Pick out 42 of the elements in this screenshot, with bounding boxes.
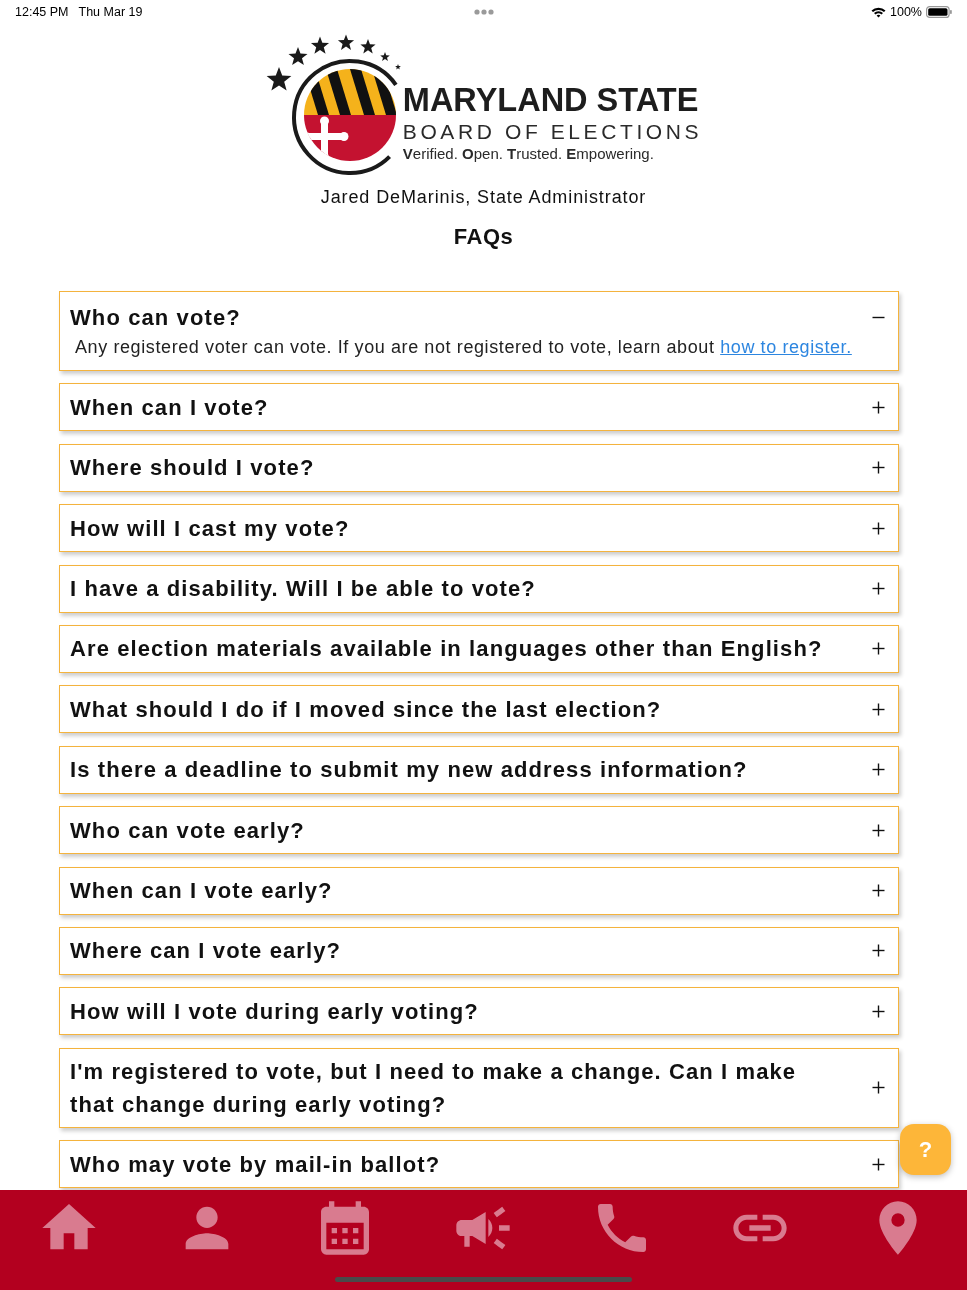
star-seal-icon	[264, 33, 403, 176]
faq-question: Is there a deadline to submit my new address information?	[70, 756, 748, 785]
faq-item[interactable]: Who can vote early?	[59, 806, 899, 855]
faq-question: Who can vote?	[70, 304, 241, 332]
faq-question: When can I vote?	[70, 393, 269, 422]
faq-question: Where can I vote early?	[70, 937, 342, 966]
more-dots-icon[interactable]	[473, 9, 494, 15]
faq-question: Are election materials available in languages other than English?	[70, 635, 823, 664]
battery-percent: 100%	[890, 3, 922, 21]
faq-item[interactable]: What should I do if I moved since the last election?	[59, 685, 899, 734]
faq-item[interactable]: When can I vote?	[59, 383, 899, 432]
faq-question: Who may vote by mail-in ballot?	[70, 1150, 441, 1179]
faq-item[interactable]: Who may vote by mail-in ballot?	[59, 1140, 899, 1189]
wifi-icon	[871, 6, 886, 18]
faq-item[interactable]: How will I vote during early voting?	[59, 987, 899, 1036]
logo-tagline: Verified. Open. Trusted. Empowering.	[402, 144, 654, 164]
faq-question: What should I do if I moved since the last election?	[70, 695, 662, 724]
faq-item[interactable]: Are election materials available in languages other than English?	[59, 624, 899, 673]
faq-question: Where should I vote?	[70, 454, 315, 483]
logo-subtitle: BOARD OF ELECTIONS	[402, 120, 703, 144]
faq-question: I have a disability. Will I be able to vote?	[70, 575, 536, 604]
faq-item[interactable]: I have a disability. Will I be able to vote?	[59, 564, 899, 613]
faq-answer: Any registered voter can vote. If you are not registered to vote, learn about how to register.	[74, 336, 853, 358]
logo-title: MARYLAND STATE	[402, 83, 699, 117]
faq-item[interactable]: Is there a deadline to submit my new address information?	[59, 745, 899, 794]
register-link[interactable]: how to register.	[720, 337, 852, 357]
faq-item[interactable]: How will I cast my vote?	[59, 504, 899, 553]
faq-item[interactable]: When can I vote early?	[59, 866, 899, 915]
faq-question: When can I vote early?	[70, 877, 333, 905]
faq-item[interactable]: Where can I vote early?	[59, 926, 899, 975]
status-time: 12:45 PM	[15, 3, 69, 21]
faq-question: I'm registered to vote, but I need to make a change. Can I make that change during early voting?	[70, 1057, 798, 1119]
status-date: Thu Mar 19	[78, 3, 143, 21]
administrator-name: Jared DeMarinis, State Administrator	[320, 186, 647, 208]
faq-question: How will I vote during early voting?	[70, 997, 479, 1026]
battery-icon	[926, 6, 952, 18]
faq-item[interactable]: Who can vote? Any registered voter can vote. If you are not registered to vote, learn about how to register.	[59, 291, 899, 371]
faq-item[interactable]: I'm registered to vote, but I need to make a change. Can I make that change during early voting?	[59, 1047, 899, 1128]
faq-question: How will I cast my vote?	[70, 514, 350, 543]
faq-item[interactable]: Where should I vote?	[59, 443, 899, 492]
page-title: FAQs	[453, 223, 514, 251]
faq-question: Who can vote early?	[70, 816, 305, 845]
